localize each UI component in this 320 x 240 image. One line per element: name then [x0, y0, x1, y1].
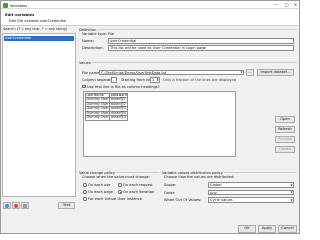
text-button[interactable]: Text: [58, 202, 75, 209]
distribution-policy-title: Variable values distribution policy: [162, 170, 224, 175]
out-of-values-label: When Out Of Values:: [164, 198, 202, 202]
add-variable-button[interactable]: [3, 202, 11, 209]
fraction-lines-label: Only a fraction of the lines are display…: [163, 78, 237, 82]
file-name-combo[interactable]: C:/TestScript/Demo/UserTestData.txt ▼: [99, 69, 244, 75]
preview-button[interactable]: Preview: [275, 136, 295, 143]
starting-line-label: Starting from line:: [121, 78, 154, 82]
file-name-label: File name:: [82, 70, 101, 75]
refresh-button[interactable]: Refresh: [275, 126, 295, 133]
header-subtitle: Edit File variable userCredential: [9, 18, 67, 23]
distribution-prompt: Choose how the values are distributed:: [164, 175, 235, 179]
change-policy-title: Value change policy: [79, 170, 116, 175]
duplicate-variable-button[interactable]: [21, 202, 29, 209]
order-value: Any: [210, 190, 217, 195]
on-each-iteration-label: On each iteration: [123, 190, 155, 194]
file-name-value: C:/TestScript/Demo/UserTestData.txt: [101, 70, 167, 75]
order-label: Order:: [164, 190, 176, 195]
distribution-policy-section: Variable values distribution policy: [162, 170, 297, 175]
variable-list-panel: Search: (? = any char, * = any string) u…: [2, 27, 76, 215]
search-label[interactable]: Search: (? = any char, * = any string): [2, 27, 76, 33]
remove-icon: [14, 203, 19, 208]
title-bar: Variables — □ ✕: [1, 1, 299, 9]
definition-title: Definition: [79, 27, 98, 32]
definition-section: Definition: [79, 27, 297, 32]
apply-button[interactable]: Apply: [258, 225, 276, 233]
chevron-down-icon: ▼: [290, 191, 293, 195]
use-first-line-checkbox[interactable]: [82, 84, 86, 89]
scope-label: Scope:: [164, 183, 177, 187]
name-label: Name:: [82, 39, 94, 43]
variables-window: Variables — □ ✕ Edit variables Edit File…: [0, 0, 300, 234]
add-globe-icon: [5, 203, 10, 208]
change-policy-section: Value change policy: [79, 170, 159, 175]
table-cell[interactable]: Dummy User: [84, 115, 110, 122]
chevron-down-icon: ▼: [290, 198, 293, 202]
radio-on-each-page[interactable]: [83, 190, 87, 194]
variable-editor: Definition Variable type: File Name: use…: [79, 27, 297, 215]
order-select[interactable]: Any ▼: [208, 189, 294, 195]
on-each-request-label: On each request: [123, 183, 153, 187]
ok-label: OK: [244, 226, 250, 230]
open-button[interactable]: Open: [275, 116, 295, 123]
table-cell[interactable]: duser@5: [108, 115, 128, 122]
change-policy-prompt: Choose when the value must change:: [82, 175, 150, 179]
minimize-icon[interactable]: —: [272, 1, 281, 9]
browse-button[interactable]: ...: [246, 69, 254, 76]
stepper-arrows-icon: ▲ ▼: [156, 77, 159, 83]
values-section: Values: [79, 60, 297, 65]
chevron-down-icon: ▼: [240, 71, 243, 75]
variable-list[interactable]: userCredential: [2, 33, 76, 197]
header-title: Edit variables: [5, 11, 35, 17]
cancel-label: Cancel: [281, 226, 294, 230]
close-icon[interactable]: ✕: [291, 1, 300, 9]
radio-for-each-vu-instance[interactable]: [83, 197, 87, 201]
out-of-values-value: Cycle values: [210, 198, 233, 202]
delete-button[interactable]: Delete: [275, 146, 295, 153]
values-table-grid: userName password Dummy User duser@1 Dum…: [84, 92, 128, 122]
ok-button[interactable]: OK: [238, 225, 256, 233]
description-label: Description:: [82, 46, 104, 50]
scope-select[interactable]: Global ▼: [208, 182, 294, 188]
cancel-button[interactable]: Cancel: [278, 225, 297, 233]
import-dataset-button[interactable]: Import dataset...: [257, 69, 294, 76]
variable-type-label: Variable type: File: [82, 32, 115, 36]
table-row[interactable]: Dummy User duser@5: [84, 115, 128, 122]
scope-value: Global: [210, 183, 222, 187]
remove-variable-button[interactable]: [12, 202, 20, 209]
chevron-down-icon: ▼: [290, 183, 293, 187]
radio-on-each-request[interactable]: [118, 183, 122, 187]
radio-on-each-use[interactable]: [83, 183, 87, 187]
on-each-page-label: On each page: [88, 190, 114, 194]
description-field[interactable]: This list will be used as User Credentia…: [108, 45, 294, 51]
for-each-vu-instance-label: For each Virtual User instance: [88, 197, 143, 201]
dialog-header: Edit variables Edit File variable userCr…: [1, 9, 299, 26]
on-each-use-label: On each use: [88, 183, 111, 187]
app-icon: [3, 2, 8, 8]
out-of-values-select[interactable]: Cycle values ▼: [208, 197, 294, 203]
list-item-usercredential[interactable]: userCredential: [4, 35, 74, 41]
maximize-icon[interactable]: □: [282, 1, 291, 9]
column-separator-field[interactable]: ,: [111, 77, 117, 83]
starting-line-stepper[interactable]: 1 ▲ ▼: [150, 77, 160, 83]
radio-on-each-iteration[interactable]: [118, 190, 122, 194]
starting-line-value: 1: [152, 78, 155, 82]
values-title: Values: [79, 60, 92, 65]
window-title: Variables: [10, 2, 28, 8]
values-table[interactable]: userName password Dummy User duser@1 Dum…: [83, 91, 236, 157]
use-first-line-label: Use first line in file as column heading…: [87, 84, 160, 89]
apply-label: Apply: [261, 226, 273, 230]
duplicate-icon: [23, 203, 28, 208]
name-field[interactable]: userCredential: [108, 38, 294, 44]
